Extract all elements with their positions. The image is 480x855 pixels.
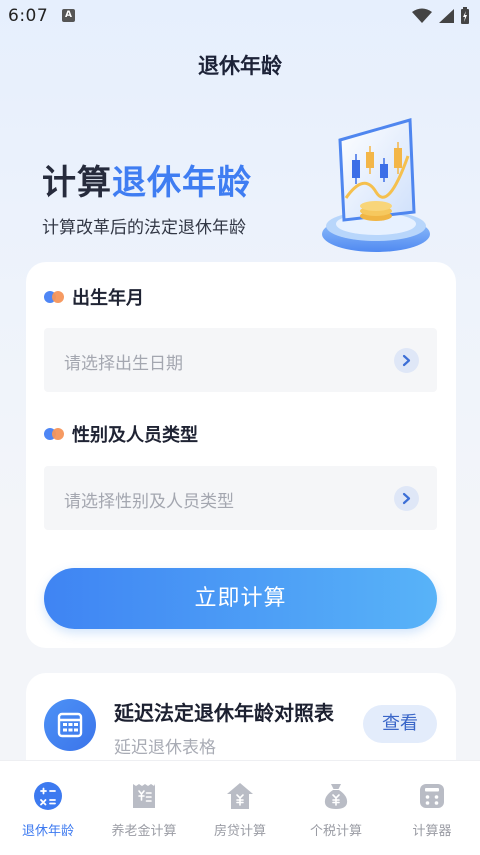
calculate-button[interactable]: 立即计算 xyxy=(44,568,437,629)
nav-item-income-tax[interactable]: 个税计算 xyxy=(288,761,384,855)
nav-item-pension[interactable]: 养老金计算 xyxy=(96,761,192,855)
hero-title: 计算退休年龄 xyxy=(42,155,252,204)
battery-icon xyxy=(461,7,469,24)
type-label: 性别及人员类型 xyxy=(72,425,198,446)
nav-label: 养老金计算 xyxy=(111,824,177,839)
birth-date-placeholder: 请选择出生日期 xyxy=(64,354,183,374)
chevron-right-icon xyxy=(394,348,419,373)
table-card-title: 延迟法定退休年龄对照表 xyxy=(114,701,334,725)
hero-title-part2: 退休年龄 xyxy=(112,163,252,203)
notification-icon: A xyxy=(62,9,75,22)
hero-title-part1: 计算 xyxy=(42,163,112,203)
hero-subtitle: 计算改革后的法定退休年龄 xyxy=(42,218,246,238)
status-bar: 6:07 A xyxy=(0,0,480,34)
calculator-ops-icon xyxy=(34,782,62,810)
table-card-subtitle: 延迟退休表格 xyxy=(114,738,216,758)
person-type-placeholder: 请选择性别及人员类型 xyxy=(64,492,234,512)
stock-chart-illustration-icon xyxy=(322,118,430,252)
nav-label: 房贷计算 xyxy=(213,824,266,839)
person-type-picker[interactable]: 请选择性别及人员类型 xyxy=(44,466,437,530)
chevron-right-icon xyxy=(394,486,419,511)
status-indicators xyxy=(412,7,470,25)
money-bag-icon xyxy=(324,784,348,809)
nav-label: 计算器 xyxy=(412,824,452,839)
nav-item-calculator[interactable]: 计算器 xyxy=(384,761,480,855)
nav-item-mortgage[interactable]: 房贷计算 xyxy=(192,761,288,855)
signal-icon xyxy=(439,9,454,23)
calculator-icon xyxy=(420,784,444,808)
view-table-button[interactable]: 查看 xyxy=(363,705,437,743)
birth-date-picker[interactable]: 请选择出生日期 xyxy=(44,328,437,392)
wifi-icon xyxy=(412,8,432,23)
nav-label: 退休年龄 xyxy=(21,824,74,839)
type-section-label: 性别及人员类型 xyxy=(44,421,198,447)
nav-label: 个税计算 xyxy=(309,824,362,839)
section-dots-icon xyxy=(44,427,68,441)
nav-item-retirement-age[interactable]: 退休年龄 xyxy=(0,761,96,855)
section-dots-icon xyxy=(44,290,68,304)
retirement-form-card: 出生年月 请选择出生日期 性别及人员类型 请选择性别及人员类型 立即计算 xyxy=(26,262,456,648)
table-grid-icon xyxy=(44,699,96,751)
birth-label: 出生年月 xyxy=(72,288,144,309)
bottom-nav: 退休年龄 养老金计算 房贷计算 个税计算 计算器 xyxy=(0,760,480,855)
status-time: 6:07 xyxy=(8,6,49,26)
house-yen-icon xyxy=(227,783,253,809)
birth-section-label: 出生年月 xyxy=(44,284,144,310)
receipt-icon xyxy=(133,784,155,808)
page-title: 退休年龄 xyxy=(198,54,282,78)
